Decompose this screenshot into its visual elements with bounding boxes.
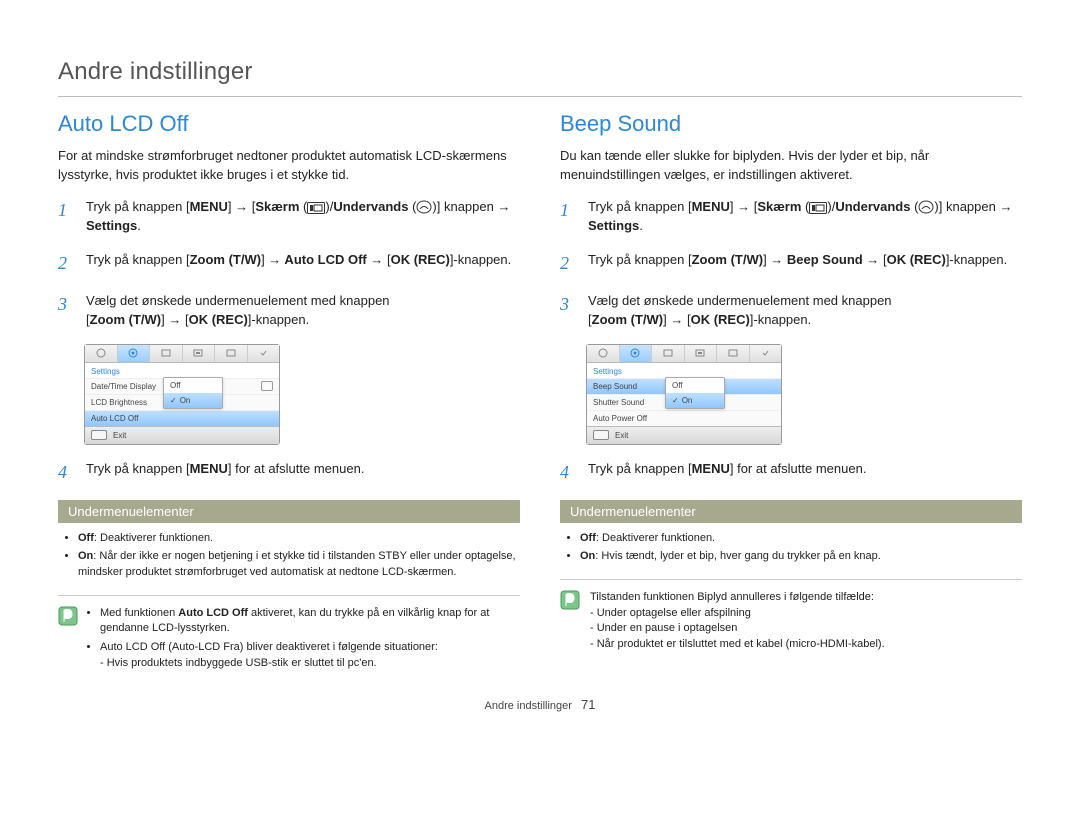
lcd-popup-option-selected: ✓On (164, 393, 222, 408)
step-number: 2 (560, 250, 574, 277)
lcd-popup-option: Off (164, 378, 222, 393)
lcd-bottom-bar: Exit (85, 426, 279, 444)
lcd-tab-icon (118, 345, 151, 362)
note-box: Med funktionen Auto LCD Off aktiveret, k… (58, 595, 520, 676)
note-item: Auto LCD Off (Auto-LCD Fra) bliver deakt… (100, 640, 520, 672)
lcd-menu-list: Beep Sound Shutter Sound Auto Power Off … (587, 378, 781, 426)
lcd-screenshot: Settings Beep Sound Shutter Sound Auto P… (586, 344, 1022, 445)
lcd-tabs (85, 345, 279, 363)
screen-icon (809, 202, 827, 214)
section-lead: For at mindske strømforbruget nedtoner p… (58, 147, 520, 185)
menu-button-icon (593, 430, 609, 440)
step-body: Tryk på knappen [Zoom (T/W)] → Beep Soun… (588, 250, 1022, 277)
check-icon: ✓ (672, 396, 679, 405)
step-body: Vælg det ønskede undermenuelement med kn… (86, 291, 520, 330)
step-body: Tryk på knappen [MENU] for at afslutte m… (86, 459, 520, 486)
lcd-mock: Settings Beep Sound Shutter Sound Auto P… (586, 344, 782, 445)
menu-button-icon (91, 430, 107, 440)
lcd-row: Auto Power Off (587, 410, 781, 426)
divider (58, 96, 1022, 97)
left-column: Auto LCD Off For at mindske strømforbrug… (58, 111, 520, 675)
step-body: Vælg det ønskede undermenuelement med kn… (588, 291, 1022, 330)
step-body: Tryk på knappen [MENU] for at afslutte m… (588, 459, 1022, 486)
note-icon (560, 590, 580, 654)
footer-label: Andre indstillinger (485, 700, 572, 712)
lcd-tab-icon (652, 345, 685, 362)
step-3: 3 Vælg det ønskede undermenuelement med … (58, 291, 520, 330)
lcd-screenshot: Settings Date/Time Display LCD Brightnes… (84, 344, 520, 445)
note-icon (58, 606, 78, 676)
lcd-tab-icon (215, 345, 248, 362)
lcd-mock: Settings Date/Time Display LCD Brightnes… (84, 344, 280, 445)
step-1: 1 Tryk på knappen [MENU] → [Skærm ()/Und… (58, 197, 520, 236)
submenu-items: Off: Deaktiverer funktionen. On: Når der… (58, 531, 520, 581)
screen-icon (307, 202, 325, 214)
lcd-tab-icon (750, 345, 782, 362)
step-number: 4 (58, 459, 72, 486)
step-body: Tryk på knappen [MENU] → [Skærm ()/Under… (588, 197, 1022, 236)
chapter-title: Andre indstillinger (58, 58, 1022, 86)
submenu-item: Off: Deaktiverer funktionen. (580, 531, 1022, 547)
manual-page: Andre indstillinger Auto LCD Off For at … (0, 0, 1080, 730)
step-number: 1 (58, 197, 72, 236)
right-column: Beep Sound Du kan tænde eller slukke for… (560, 111, 1022, 675)
step-3: 3 Vælg det ønskede undermenuelement med … (560, 291, 1022, 330)
lcd-popup: Off ✓On (163, 377, 223, 409)
lcd-tab-icon (620, 345, 653, 362)
step-4: 4 Tryk på knappen [MENU] for at afslutte… (560, 459, 1022, 486)
page-footer: Andre indstillinger 71 (58, 697, 1022, 712)
step-body: Tryk på knappen [Zoom (T/W)] → Auto LCD … (86, 250, 520, 277)
page-number: 71 (581, 697, 595, 712)
steps-list-cont: 4 Tryk på knappen [MENU] for at afslutte… (58, 459, 520, 486)
lcd-tab-icon (150, 345, 183, 362)
section-lead: Du kan tænde eller slukke for biplyden. … (560, 147, 1022, 185)
note-item: Med funktionen Auto LCD Off aktiveret, k… (100, 606, 520, 638)
note-list: Med funktionen Auto LCD Off aktiveret, k… (88, 606, 520, 676)
lcd-tab-icon (248, 345, 280, 362)
lcd-title: Settings (587, 363, 781, 378)
lcd-popup-option: Off (666, 378, 724, 393)
lcd-title: Settings (85, 363, 279, 378)
step-number: 3 (58, 291, 72, 330)
step-number: 3 (560, 291, 574, 330)
lcd-tabs (587, 345, 781, 363)
lcd-popup: Off ✓On (665, 377, 725, 409)
submenu-band: Undermenuelementer (58, 500, 520, 523)
lcd-tab-icon (587, 345, 620, 362)
underwater-icon (416, 200, 432, 214)
lcd-bottom-bar: Exit (587, 426, 781, 444)
steps-list: 1 Tryk på knappen [MENU] → [Skærm ()/Und… (560, 197, 1022, 330)
section-heading-beep-sound: Beep Sound (560, 111, 1022, 137)
step-body: Tryk på knappen [MENU] → [Skærm ()/Under… (86, 197, 520, 236)
lcd-row-selected: Auto LCD Off (85, 410, 279, 426)
step-number: 2 (58, 250, 72, 277)
submenu-items: Off: Deaktiverer funktionen. On: Hvis tæ… (560, 531, 1022, 565)
submenu-band: Undermenuelementer (560, 500, 1022, 523)
submenu-item: On: Når der ikke er nogen betjening i et… (78, 549, 520, 581)
submenu-item: On: Hvis tændt, lyder et bip, hver gang … (580, 549, 1022, 565)
note-box: Tilstanden funktionen Biplyd annulleres … (560, 579, 1022, 654)
lcd-menu-list: Date/Time Display LCD Brightness Auto LC… (85, 378, 279, 426)
step-number: 4 (560, 459, 574, 486)
note-content: Tilstanden funktionen Biplyd annulleres … (590, 590, 885, 654)
step-4: 4 Tryk på knappen [MENU] for at afslutte… (58, 459, 520, 486)
underwater-icon (918, 200, 934, 214)
step-2: 2 Tryk på knappen [Zoom (T/W)] → Beep So… (560, 250, 1022, 277)
submenu-item: Off: Deaktiverer funktionen. (78, 531, 520, 547)
lcd-row-icon (261, 381, 273, 391)
lcd-tab-icon (685, 345, 718, 362)
step-2: 2 Tryk på knappen [Zoom (T/W)] → Auto LC… (58, 250, 520, 277)
steps-list: 1 Tryk på knappen [MENU] → [Skærm ()/Und… (58, 197, 520, 330)
step-1: 1 Tryk på knappen [MENU] → [Skærm ()/Und… (560, 197, 1022, 236)
lcd-tab-icon (717, 345, 750, 362)
steps-list-cont: 4 Tryk på knappen [MENU] for at afslutte… (560, 459, 1022, 486)
lcd-popup-option-selected: ✓On (666, 393, 724, 408)
lcd-tab-icon (183, 345, 216, 362)
section-heading-auto-lcd-off: Auto LCD Off (58, 111, 520, 137)
step-number: 1 (560, 197, 574, 236)
check-icon: ✓ (170, 396, 177, 405)
two-column-layout: Auto LCD Off For at mindske strømforbrug… (58, 111, 1022, 675)
lcd-tab-icon (85, 345, 118, 362)
